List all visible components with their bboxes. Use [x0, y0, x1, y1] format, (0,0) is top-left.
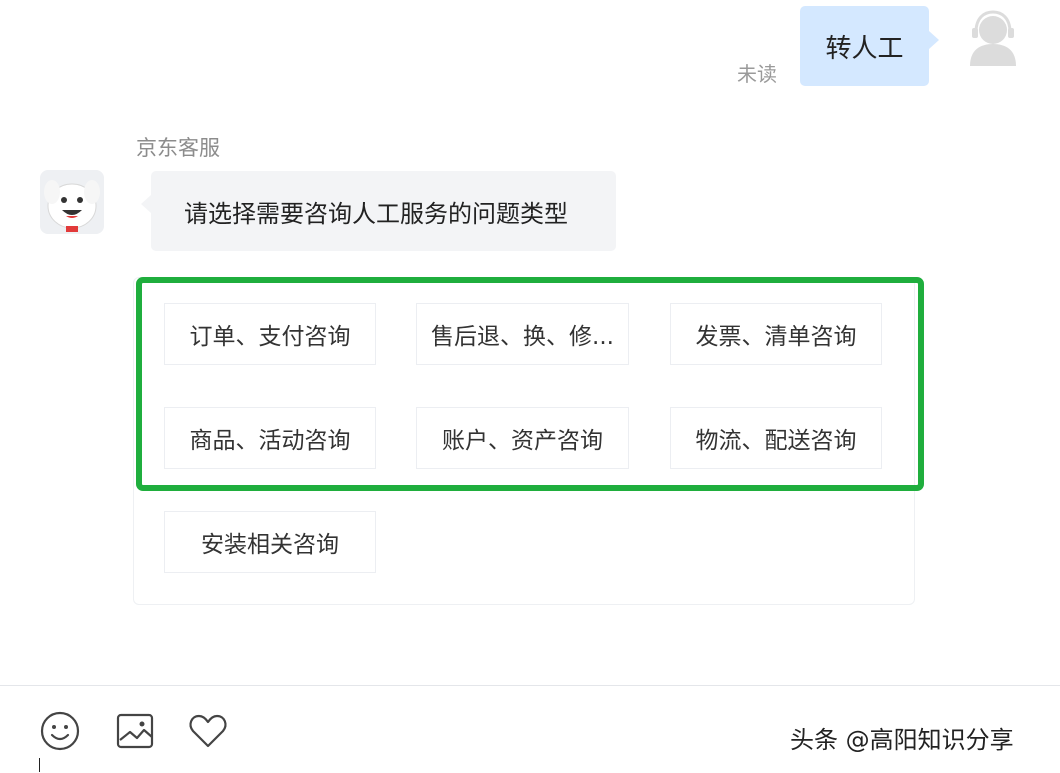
chat-area: 转人工 未读 京东客服 请选择需要咨询人工服务的问题类型 订单、支付咨询 售后退…: [0, 0, 1060, 685]
user-avatar[interactable]: [962, 8, 1024, 70]
emoji-icon[interactable]: [39, 710, 81, 752]
jd-mascot-icon: [40, 170, 104, 234]
highlight-box: [136, 277, 924, 491]
option-label: 安装相关咨询: [201, 532, 339, 558]
agent-avatar[interactable]: [40, 170, 104, 234]
image-icon[interactable]: [114, 710, 156, 752]
user-message-text: 转人工: [825, 33, 904, 64]
option-installation[interactable]: 安装相关咨询: [164, 511, 376, 573]
user-avatar-icon: [970, 10, 1016, 66]
heart-icon[interactable]: [187, 710, 229, 752]
user-message-bubble: 转人工: [800, 6, 939, 86]
agent-message-text: 请选择需要咨询人工服务的问题类型: [184, 199, 568, 228]
watermark: 头条 @高阳知识分享: [790, 726, 1014, 754]
message-status: 未读: [737, 62, 777, 86]
agent-name: 京东客服: [136, 136, 220, 160]
agent-message-bubble: 请选择需要咨询人工服务的问题类型: [141, 171, 616, 251]
text-cursor: [39, 758, 40, 772]
